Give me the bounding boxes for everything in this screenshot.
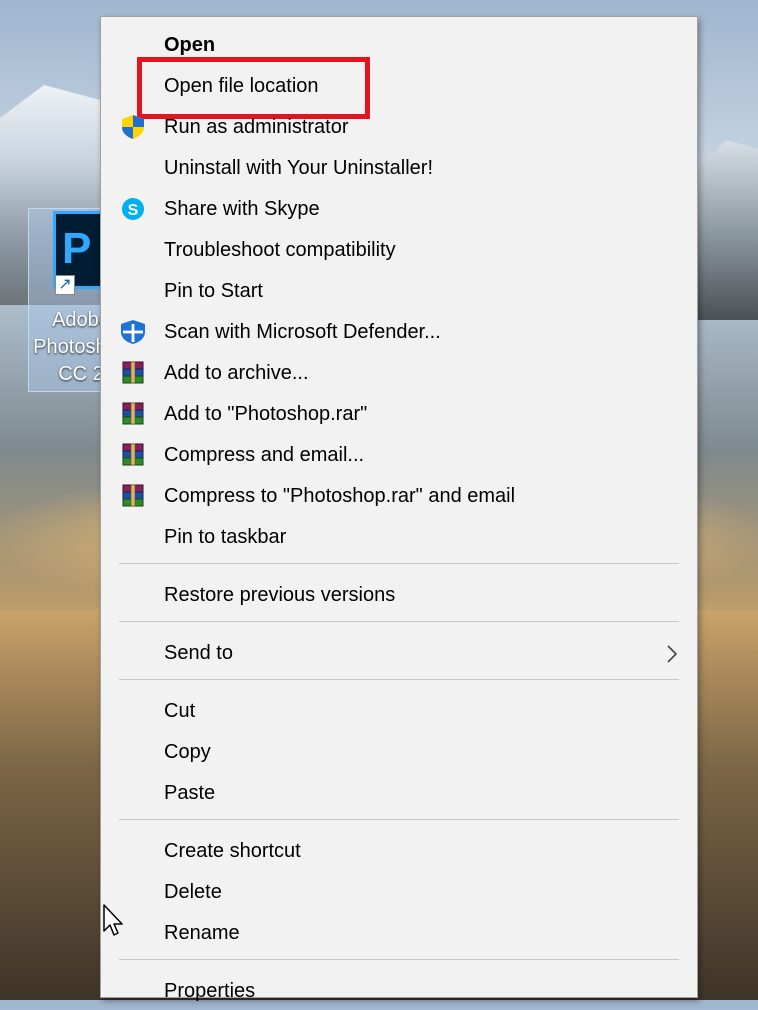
winrar-icon xyxy=(119,360,147,386)
menu-item-run-as-administrator[interactable]: Run as administrator xyxy=(101,108,697,146)
winrar-icon xyxy=(119,442,147,468)
menu-item-label: Send to xyxy=(164,642,233,664)
menu-item-label: Add to archive... xyxy=(164,362,309,384)
menu-item-add-to-photoshop-rar[interactable]: Add to "Photoshop.rar" xyxy=(101,395,697,433)
menu-item-label: Paste xyxy=(164,782,216,804)
menu-item-create-shortcut[interactable]: Create shortcut xyxy=(101,832,697,870)
menu-item-properties[interactable]: Properties xyxy=(101,972,697,1010)
menu-item-uninstall-with-your-uninstaller[interactable]: Uninstall with Your Uninstaller! xyxy=(101,149,697,187)
menu-item-label: Pin to taskbar xyxy=(164,526,287,548)
menu-item-open[interactable]: Open xyxy=(101,26,697,64)
menu-item-open-file-location[interactable]: Open file location xyxy=(101,67,697,105)
menu-item-paste[interactable]: Paste xyxy=(101,774,697,812)
menu-item-send-to[interactable]: Send to xyxy=(101,634,697,672)
defender-shield-icon xyxy=(119,319,147,345)
menu-item-compress-and-email[interactable]: Compress and email... xyxy=(101,436,697,474)
menu-item-label: Scan with Microsoft Defender... xyxy=(164,321,441,343)
menu-item-label: Properties xyxy=(164,980,256,1002)
menu-item-delete[interactable]: Delete xyxy=(101,873,697,911)
menu-item-restore-previous-versions[interactable]: Restore previous versions xyxy=(101,576,697,614)
shortcut-arrow-icon: ↗ xyxy=(55,275,75,295)
menu-item-copy[interactable]: Copy xyxy=(101,733,697,771)
menu-item-label: Add to "Photoshop.rar" xyxy=(164,403,368,425)
menu-item-label: Copy xyxy=(164,741,211,763)
menu-item-label: Uninstall with Your Uninstaller! xyxy=(164,157,434,179)
menu-item-compress-to-photoshop-rar-and-email[interactable]: Compress to "Photoshop.rar" and email xyxy=(101,477,697,515)
menu-item-label: Pin to Start xyxy=(164,280,263,302)
menu-item-add-to-archive[interactable]: Add to archive... xyxy=(101,354,697,392)
menu-separator xyxy=(119,819,679,820)
winrar-icon xyxy=(119,401,147,427)
menu-item-label: Compress and email... xyxy=(164,444,365,466)
menu-item-label: Restore previous versions xyxy=(164,584,396,606)
menu-item-label: Delete xyxy=(164,881,222,903)
menu-item-pin-to-taskbar[interactable]: Pin to taskbar xyxy=(101,518,697,556)
menu-item-label: Rename xyxy=(164,922,240,944)
menu-item-share-with-skype[interactable]: S Share with Skype xyxy=(101,190,697,228)
svg-text:S: S xyxy=(128,202,139,219)
menu-item-cut[interactable]: Cut xyxy=(101,692,697,730)
menu-item-label: Compress to "Photoshop.rar" and email xyxy=(164,485,516,507)
menu-separator xyxy=(119,621,679,622)
menu-item-label: Create shortcut xyxy=(164,840,301,862)
menu-item-label: Run as administrator xyxy=(164,116,349,138)
context-menu: Open Open file location Run as administrat… xyxy=(100,16,698,1002)
menu-item-scan-with-microsoft-defender[interactable]: Scan with Microsoft Defender... xyxy=(101,313,697,351)
menu-item-pin-to-start[interactable]: Pin to Start xyxy=(101,272,697,310)
mouse-cursor-icon xyxy=(103,904,123,936)
uac-shield-icon xyxy=(119,114,147,140)
chevron-right-icon xyxy=(665,644,679,664)
wallpaper-mountain-right xyxy=(688,140,758,320)
menu-separator xyxy=(119,679,679,680)
menu-item-label: Open file location xyxy=(164,75,319,97)
winrar-icon xyxy=(119,483,147,509)
menu-item-label: Cut xyxy=(164,700,196,722)
menu-item-rename[interactable]: Rename xyxy=(101,914,697,952)
menu-item-troubleshoot-compatibility[interactable]: Troubleshoot compatibility xyxy=(101,231,697,269)
menu-item-label: Open xyxy=(164,34,216,56)
menu-separator xyxy=(119,959,679,960)
menu-separator xyxy=(119,563,679,564)
menu-item-label: Share with Skype xyxy=(164,198,320,220)
menu-item-label: Troubleshoot compatibility xyxy=(164,239,396,261)
skype-icon: S xyxy=(119,196,147,222)
